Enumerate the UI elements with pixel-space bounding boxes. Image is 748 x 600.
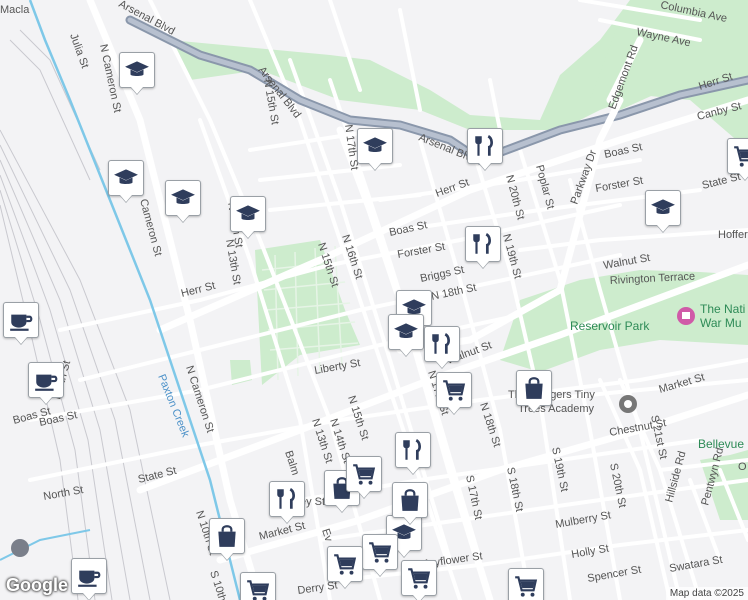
shopping-bag-icon	[525, 377, 543, 399]
grocery-marker[interactable]	[436, 372, 472, 408]
street-label: Macla	[0, 4, 30, 16]
shopping-cart-icon	[247, 580, 270, 600]
bottom-left-pin[interactable]	[11, 539, 29, 557]
shopping-cart-icon	[369, 542, 392, 563]
school-marker[interactable]	[388, 314, 424, 350]
place-label: War Mu	[700, 316, 742, 330]
grocery-marker[interactable]	[401, 560, 437, 596]
street-label: Julia St	[67, 32, 91, 70]
graduation-cap-icon	[171, 189, 195, 204]
map-canvas[interactable]: Macla Julia St N Cameron St Arsenal Blvd…	[0, 0, 748, 600]
coffee-cup-icon	[35, 374, 58, 391]
restaurant-marker[interactable]	[467, 128, 503, 164]
street-label: Derry St	[297, 579, 339, 596]
shopping-cart-icon	[734, 146, 748, 167]
street-label: S 18th St	[504, 466, 525, 513]
street-label: N 19th St	[500, 233, 523, 280]
place-label: The Nati	[700, 302, 745, 316]
shopping-cart-icon	[443, 380, 466, 401]
shopping-bag-icon	[401, 489, 419, 511]
coffee-cup-icon	[78, 570, 101, 587]
street-label: N 18th St	[430, 282, 477, 303]
graduation-cap-icon	[125, 61, 149, 76]
street-label: Mulberry St	[554, 509, 611, 531]
store-marker[interactable]	[209, 518, 245, 554]
grocery-marker[interactable]	[240, 572, 276, 600]
grocery-marker[interactable]	[727, 138, 748, 174]
academy-pin[interactable]	[619, 395, 637, 413]
store-marker[interactable]	[392, 482, 428, 518]
coffee-cup-icon	[10, 314, 33, 331]
graduation-cap-icon	[394, 323, 418, 338]
street-label: S 20th St	[607, 462, 628, 509]
school-marker[interactable]	[119, 52, 155, 88]
shopping-cart-icon	[515, 576, 538, 597]
street-label: Forster St	[594, 175, 644, 195]
school-marker[interactable]	[645, 190, 681, 226]
fork-knife-icon	[473, 233, 491, 254]
fork-knife-icon	[432, 333, 450, 354]
place-label: Bellevue	[698, 437, 744, 451]
place-label: Reservoir Park	[570, 319, 650, 333]
restaurant-marker[interactable]	[424, 326, 460, 362]
shopping-cart-icon	[353, 464, 376, 485]
school-marker[interactable]	[108, 160, 144, 196]
school-marker[interactable]	[230, 196, 266, 232]
shopping-bag-icon	[218, 525, 236, 547]
museum-pin[interactable]	[677, 307, 695, 325]
shopping-cart-icon	[334, 554, 357, 575]
grocery-marker[interactable]	[508, 568, 544, 600]
graduation-cap-icon	[651, 199, 675, 214]
fork-knife-icon	[403, 439, 421, 460]
grocery-marker[interactable]	[327, 546, 363, 582]
school-marker[interactable]	[357, 128, 393, 164]
street-label: Balm	[282, 449, 301, 477]
shopping-cart-icon	[408, 568, 431, 589]
grocery-marker[interactable]	[346, 456, 382, 492]
fork-knife-icon	[475, 135, 493, 156]
cafe-marker[interactable]	[71, 558, 107, 594]
google-logo[interactable]: Google	[6, 575, 68, 596]
restaurant-marker[interactable]	[395, 432, 431, 468]
school-marker[interactable]	[165, 180, 201, 216]
grocery-marker[interactable]	[362, 534, 398, 570]
map-attribution[interactable]: Map data ©2025	[665, 587, 748, 600]
street-label: Hoffer	[718, 229, 748, 241]
place-label: O	[738, 461, 747, 473]
cafe-marker[interactable]	[3, 302, 39, 338]
map-base-layer: Macla Julia St N Cameron St Arsenal Blvd…	[0, 0, 748, 600]
restaurant-marker[interactable]	[465, 226, 501, 262]
fork-knife-icon	[277, 488, 295, 509]
street-label: S 10th	[207, 569, 228, 600]
store-marker[interactable]	[516, 370, 552, 406]
street-label: Holly St	[570, 543, 609, 561]
street-label: North St	[42, 484, 84, 503]
street-label: Walnut St	[602, 252, 651, 272]
graduation-cap-icon	[236, 205, 260, 220]
graduation-cap-icon	[363, 137, 387, 152]
graduation-cap-icon	[114, 169, 138, 184]
cafe-marker[interactable]	[28, 362, 64, 398]
street-label: Briggs St	[419, 264, 465, 285]
street-label: Forster St	[396, 241, 446, 261]
street-label: Swatara St	[668, 554, 723, 575]
restaurant-marker[interactable]	[269, 481, 305, 517]
